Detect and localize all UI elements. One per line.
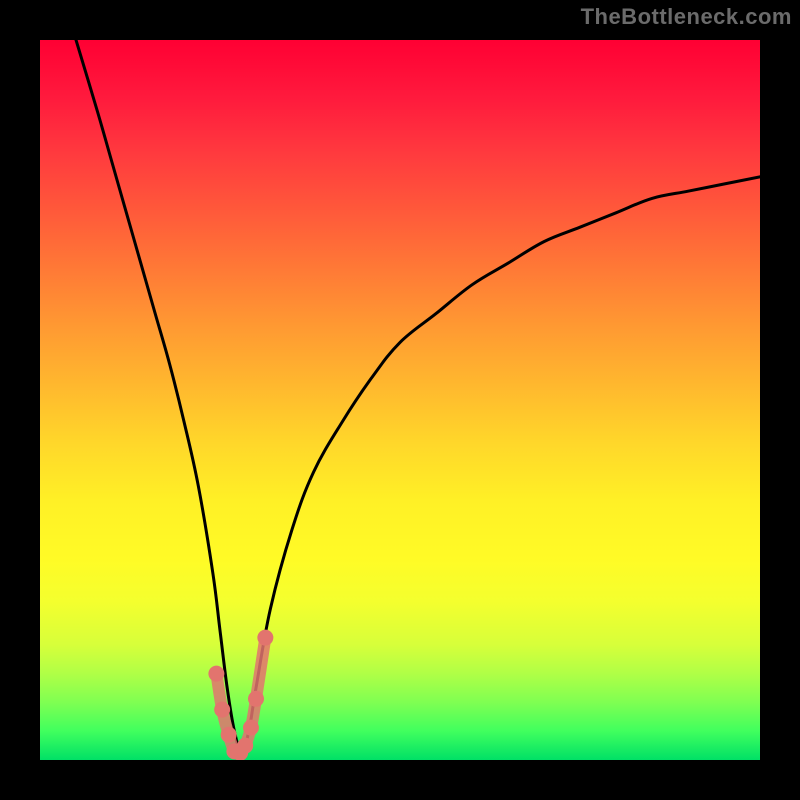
highlight-point <box>221 727 237 743</box>
curve-layer <box>40 40 760 760</box>
highlight-point <box>243 720 259 736</box>
highlight-point <box>214 702 230 718</box>
highlight-point <box>237 738 253 754</box>
highlight-point <box>208 666 224 682</box>
bottleneck-curve <box>76 40 760 753</box>
chart-stage: TheBottleneck.com <box>0 0 800 800</box>
plot-area <box>40 40 760 760</box>
highlight-point <box>248 691 264 707</box>
watermark-text: TheBottleneck.com <box>581 4 792 30</box>
highlight-point <box>257 630 273 646</box>
